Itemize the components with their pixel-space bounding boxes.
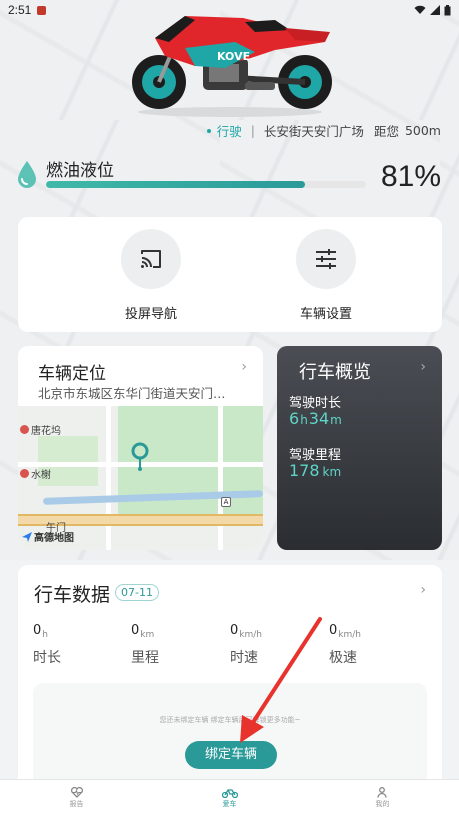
motorcycle-image: KOVE xyxy=(132,16,332,117)
chevron-right-icon[interactable]: › xyxy=(420,582,426,598)
location-map[interactable]: 唐花坞 水榭 午门 A 高德地图 xyxy=(18,406,263,550)
poi-pin-icon xyxy=(20,469,29,478)
metric-top-speed: 0km/h 极速 xyxy=(329,623,419,667)
trip-data-card: 行车数据 07-11 › 0h 时长 0km 里程 0km/h 时速 0km/h… xyxy=(18,565,442,795)
bind-hint-text: 您还未绑定车辆 绑定车辆后可解锁更多功能~ xyxy=(159,716,301,724)
metric-unit: km/h xyxy=(338,630,361,640)
battery-icon xyxy=(444,4,451,15)
fuel-progress-bar xyxy=(46,181,366,188)
heart-pulse-icon xyxy=(70,787,83,798)
metric-speed: 0km/h 时速 xyxy=(230,623,320,667)
metric-unit: km xyxy=(140,630,155,640)
metric-name: 时长 xyxy=(33,650,61,666)
status-time: 2:51 xyxy=(8,3,32,17)
riding-status: 行驶 | 长安街天安门广场 距您 500m xyxy=(206,121,441,140)
settings-icon-circle xyxy=(296,229,356,289)
minutes-unit: m xyxy=(330,413,342,427)
duration-hours: 6 xyxy=(289,409,300,428)
nav-label-my-vehicle: 爱车 xyxy=(222,799,237,808)
cast-navigation-label: 投屏导航 xyxy=(124,307,177,322)
user-icon xyxy=(377,787,387,798)
map-poi-label: 水榭 xyxy=(31,470,51,481)
svg-text:KOVE: KOVE xyxy=(217,50,250,63)
metric-duration: 0h 时长 xyxy=(33,623,123,667)
vehicle-settings-button[interactable]: 车辆设置 xyxy=(276,229,376,322)
cast-icon-circle xyxy=(121,229,181,289)
location-card-title: 车辆定位 xyxy=(38,364,106,384)
distance-value: 500m xyxy=(404,123,441,138)
mileage-unit: km xyxy=(322,465,342,479)
map-badge: A xyxy=(221,497,231,507)
trip-data-title: 行车数据 xyxy=(34,584,111,606)
metric-name: 极速 xyxy=(329,650,357,666)
divider: | xyxy=(250,123,255,138)
chevron-right-icon: › xyxy=(420,359,426,375)
cast-navigation-button[interactable]: 投屏导航 xyxy=(101,229,201,322)
vehicle-settings-label: 车辆设置 xyxy=(299,307,352,322)
metric-value: 0 xyxy=(131,623,140,638)
poi-pin-icon xyxy=(20,425,29,434)
vehicle-location: 长安街天安门广场 xyxy=(263,124,364,139)
metric-value: 0 xyxy=(329,623,338,638)
riding-mode: 行驶 xyxy=(216,124,242,139)
status-icons xyxy=(414,4,451,16)
metric-unit: h xyxy=(42,630,48,640)
bottom-navigation: 报告 爱车 我的 xyxy=(0,779,459,816)
map-road xyxy=(106,406,111,550)
nav-item-my-vehicle[interactable]: 爱车 xyxy=(153,780,306,816)
vehicle-location-card[interactable]: 车辆定位 › 北京市东城区东华门街道天安门… 唐花坞 水榭 午门 A 高德地图 xyxy=(18,346,263,550)
metric-value: 0 xyxy=(230,623,239,638)
motorcycle-icon xyxy=(221,788,238,798)
nav-item-report[interactable]: 报告 xyxy=(0,780,153,816)
fuel-percent: 81% xyxy=(380,160,441,193)
metric-mileage: 0km 里程 xyxy=(131,623,221,667)
wifi-icon xyxy=(414,5,426,14)
map-poi: 唐花坞 xyxy=(20,422,61,437)
nav-item-profile[interactable]: 我的 xyxy=(306,780,459,816)
cast-icon xyxy=(141,250,161,268)
duration-minutes: 34 xyxy=(308,409,330,428)
location-pin-icon xyxy=(131,442,149,471)
amap-logo-text: 高德地图 xyxy=(34,533,74,544)
sliders-icon xyxy=(316,249,336,269)
location-address: 北京市东城区东华门街道天安门… xyxy=(38,386,226,401)
amap-logo: 高德地图 xyxy=(22,529,74,544)
mileage-number: 178 xyxy=(289,461,320,480)
nav-label-profile: 我的 xyxy=(375,800,390,808)
app-notification-icon xyxy=(37,5,47,15)
bind-vehicle-button[interactable]: 绑定车辆 xyxy=(185,741,277,769)
map-poi: 水榭 xyxy=(20,466,51,481)
hours-unit: h xyxy=(300,413,308,427)
metric-name: 时速 xyxy=(230,650,258,666)
trip-date-badge[interactable]: 07-11 xyxy=(115,584,159,601)
riding-dot-icon xyxy=(206,128,211,133)
chevron-right-icon: › xyxy=(241,359,247,375)
nav-label-report: 报告 xyxy=(69,800,84,808)
fuel-label: 燃油液位 xyxy=(46,161,114,181)
map-road xyxy=(218,406,223,550)
metric-name: 里程 xyxy=(131,650,159,666)
driving-overview-card[interactable]: 行车概览 › 驾驶时长 6h34m 驾驶里程 178 km xyxy=(277,346,442,550)
overview-title: 行车概览 xyxy=(299,362,371,383)
map-poi-label: 唐花坞 xyxy=(31,426,61,437)
duration-value: 6h34m xyxy=(289,409,343,428)
signal-icon xyxy=(430,5,440,15)
metric-unit: km/h xyxy=(239,630,262,640)
quick-actions-card: 投屏导航 车辆设置 xyxy=(18,217,442,332)
metric-value: 0 xyxy=(33,623,42,638)
distance-prefix: 距您 xyxy=(373,124,399,139)
fuel-progress-fill xyxy=(46,181,306,188)
mileage-value: 178 km xyxy=(289,461,342,480)
fuel-drop-icon xyxy=(18,161,36,188)
navigation-arrow-icon xyxy=(22,531,32,542)
